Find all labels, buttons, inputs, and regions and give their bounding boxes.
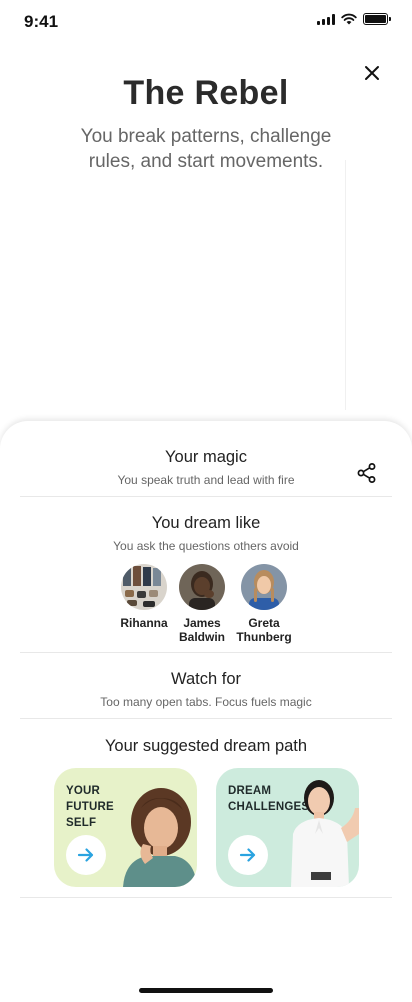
role-model-greta-thunberg[interactable]: Greta Thunberg [229,564,299,644]
cellular-signal-icon [317,13,335,25]
section-title: Your magic [165,448,247,466]
avatar [121,564,167,610]
section-subtitle: You ask the questions others avoid [113,539,299,553]
dream-like-section: You dream like You ask the questions oth… [20,514,392,553]
section-subtitle: You speak truth and lead with fire [117,473,295,487]
divider [20,652,392,653]
divider [20,496,392,497]
section-title: Watch for [171,670,241,688]
wifi-icon [341,13,357,25]
future-self-card[interactable]: YOUR FUTURE SELF [54,768,197,887]
avatar [241,564,287,610]
card-arrow-button[interactable] [66,835,106,875]
home-indicator[interactable] [139,988,273,993]
arrow-right-icon [239,848,256,862]
status-bar: 9:41 [0,0,412,44]
status-time: 9:41 [24,12,59,31]
divider [345,160,346,410]
archetype-title: The Rebel [123,74,289,112]
magic-section: Your magic You speak truth and lead with… [20,448,392,487]
role-model-name: Greta Thunberg [236,616,292,644]
dream-path-section: Your suggested dream path [20,737,392,756]
share-icon [357,463,376,483]
results-sheet [0,421,412,1002]
divider [20,897,392,898]
status-icons [317,13,391,25]
arrow-right-icon [77,848,94,862]
avatar [179,564,225,610]
archetype-description: You break patterns, challenge rules, and… [80,126,332,172]
divider [20,718,392,719]
section-subtitle: Too many open tabs. Focus fuels magic [100,695,312,709]
woman-portrait-illustration [123,788,197,887]
role-model-james-baldwin[interactable]: James Baldwin [167,564,237,644]
woman-thumbs-up-illustration [291,780,359,887]
battery-icon [363,13,391,25]
section-title: Your suggested dream path [104,737,308,755]
card-arrow-button[interactable] [228,835,268,875]
section-title: You dream like [151,514,261,532]
watch-for-section: Watch for Too many open tabs. Focus fuel… [20,670,392,709]
share-button[interactable] [356,462,378,484]
dream-challenges-card[interactable]: DREAM CHALLENGES [216,768,359,887]
role-model-name: James Baldwin [178,616,225,644]
